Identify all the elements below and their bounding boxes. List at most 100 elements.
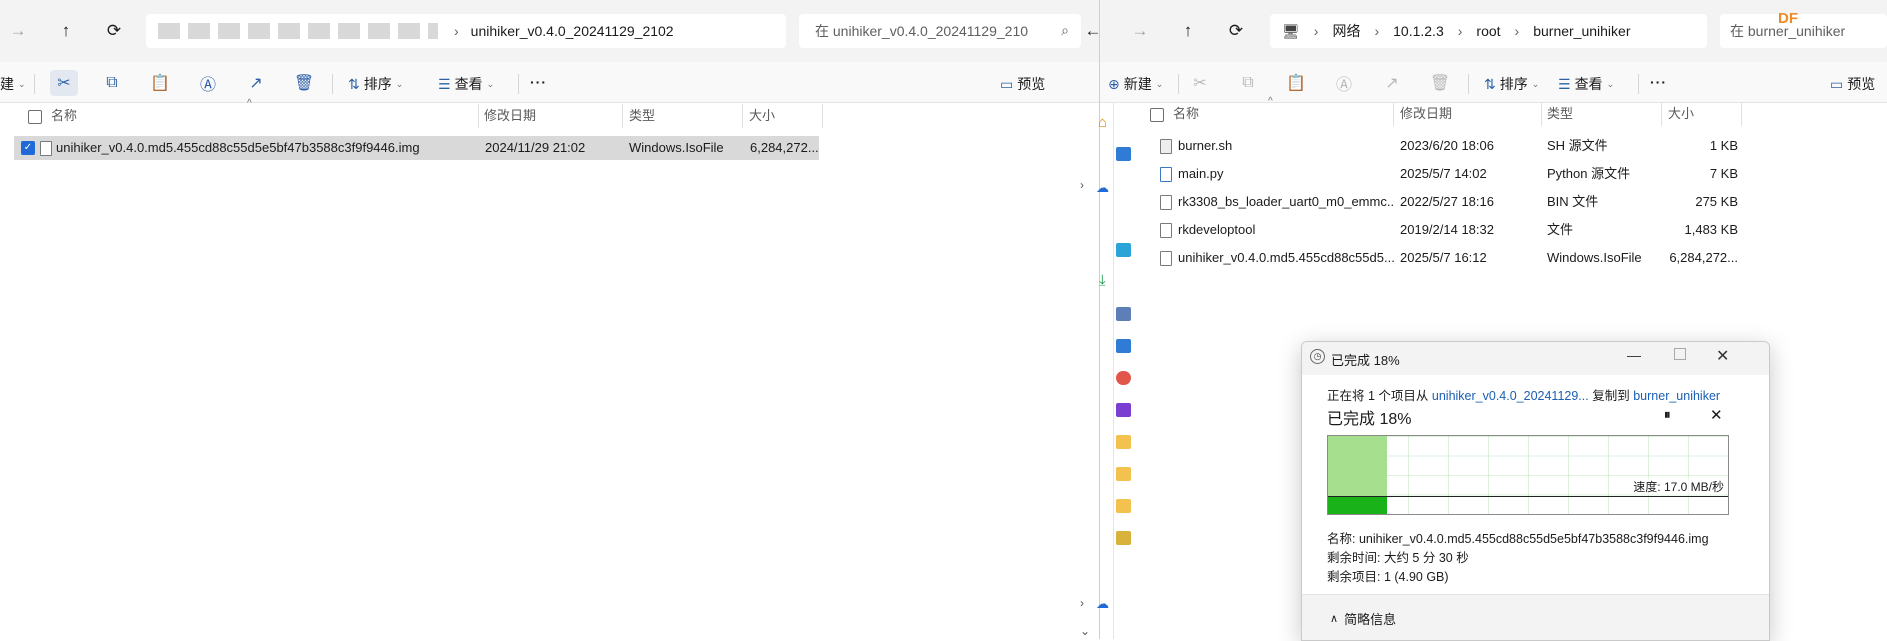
right-file-row[interactable]: unihiker_v0.4.0.md5.455cd88c55d5... 2025… [1150, 246, 1740, 270]
column-separator[interactable] [1393, 102, 1394, 126]
left-preview-button[interactable]: ▭ 预览 [1000, 74, 1045, 94]
left-new-button[interactable]: 建 ⌄ [0, 74, 26, 94]
copy-icon[interactable]: ⧉ [1234, 70, 1262, 96]
right-file-row[interactable]: rk3308_bs_loader_uart0_m0_emmc... 2022/5… [1150, 190, 1740, 214]
breadcrumb-item[interactable]: root [1476, 23, 1500, 39]
left-sort-button[interactable]: ⇅ 排序 ⌄ [348, 74, 403, 94]
column-header-type[interactable]: 类型 [629, 104, 655, 128]
file-size: 6,284,272... [1669, 250, 1738, 265]
right-forward-button[interactable]: → [1127, 18, 1153, 44]
share-icon[interactable]: ↗ [1378, 70, 1406, 96]
cancel-icon[interactable]: ✕ [1710, 406, 1723, 424]
breadcrumb-item[interactable]: burner_unihiker [1533, 23, 1630, 39]
folder-icon[interactable] [1116, 435, 1131, 449]
expand-chevron-icon[interactable]: ⌄ [1080, 624, 1090, 638]
folder-icon[interactable] [1116, 467, 1131, 481]
desktop-icon[interactable] [1116, 243, 1131, 257]
column-separator[interactable] [1541, 102, 1542, 126]
select-all-checkbox[interactable] [1150, 108, 1164, 122]
select-all-checkbox[interactable] [28, 110, 42, 124]
right-view-button[interactable]: ☰ 查看 ⌄ [1558, 74, 1614, 94]
close-icon[interactable]: ✕ [1716, 346, 1729, 366]
breadcrumb-item[interactable]: 网络 [1332, 21, 1360, 41]
right-refresh-button[interactable]: ⟳ [1223, 18, 1249, 44]
gallery-icon[interactable] [1116, 147, 1131, 161]
right-back-button[interactable]: ← [1080, 18, 1106, 44]
pictures-icon[interactable] [1116, 339, 1131, 353]
copy-description: 正在将 1 个项目从 unihiker_v0.4.0_20241129... 复… [1327, 389, 1721, 403]
minimize-icon[interactable]: — [1627, 347, 1641, 363]
paste-icon[interactable]: 📋 [146, 70, 174, 96]
column-separator[interactable] [742, 104, 743, 128]
right-preview-button[interactable]: ▭ 预览 [1830, 74, 1875, 94]
destination-folder-link[interactable]: burner_unihiker [1633, 389, 1720, 403]
right-address-bar[interactable]: 🖥 › 网络 › 10.1.2.3 › root › burner_unihik… [1270, 14, 1707, 48]
rename-icon[interactable]: Ⓐ [194, 70, 222, 96]
share-icon[interactable]: ↗ [242, 70, 270, 96]
column-separator[interactable] [1661, 102, 1662, 126]
expand-chevron-icon[interactable]: › [1080, 596, 1084, 610]
documents-icon[interactable] [1116, 307, 1131, 321]
chevron-down-icon: ⌄ [1155, 78, 1164, 89]
expand-chevron-icon[interactable]: › [1080, 178, 1084, 192]
row-checkbox-checked[interactable]: ✓ [21, 141, 35, 155]
downloads-icon[interactable]: ⤓ [1099, 272, 1106, 289]
column-header-name[interactable]: 名称 [1173, 102, 1199, 126]
right-new-button[interactable]: ⊕ 新建 ⌄ [1108, 74, 1163, 94]
left-view-button[interactable]: ☰ 查看 ⌄ [438, 74, 494, 94]
column-separator[interactable] [478, 104, 479, 128]
left-up-button[interactable]: ↑ [53, 18, 79, 44]
right-file-row[interactable]: burner.sh 2023/6/20 18:06 SH 源文件 1 KB [1150, 134, 1740, 158]
left-search-box[interactable]: 在 unihiker_v0.4.0_20241129_210 ⌕ [799, 14, 1081, 48]
column-separator[interactable] [1741, 102, 1742, 126]
home-icon[interactable]: ⌂ [1098, 114, 1107, 131]
cut-icon[interactable]: ✂ [1186, 70, 1214, 96]
onedrive-icon[interactable]: ☁ [1096, 180, 1109, 196]
column-separator[interactable] [822, 104, 823, 128]
pause-icon[interactable]: ⏸ [1664, 407, 1671, 423]
file-name-line: 名称: unihiker_v0.4.0.md5.455cd88c55d5e5bf… [1327, 532, 1709, 546]
left-file-row[interactable]: ✓ unihiker_v0.4.0.md5.455cd88c55d5e5bf47… [14, 136, 819, 160]
right-file-row[interactable]: main.py 2025/5/7 14:02 Python 源文件 7 KB [1150, 162, 1740, 186]
file-name: unihiker_v0.4.0.md5.455cd88c55d5... [1178, 250, 1394, 265]
videos-icon[interactable] [1116, 403, 1131, 417]
column-header-date[interactable]: 修改日期 [484, 104, 536, 128]
column-header-size[interactable]: 大小 [1668, 102, 1694, 126]
chevron-up-icon: ∧ [1330, 613, 1339, 625]
column-header-type[interactable]: 类型 [1547, 102, 1573, 126]
left-refresh-button[interactable]: ⟳ [101, 18, 127, 44]
rename-icon[interactable]: Ⓐ [1330, 70, 1358, 96]
right-more-button[interactable]: ··· [1650, 74, 1667, 90]
file-date: 2025/5/7 16:12 [1400, 250, 1487, 265]
chevron-right-icon: › [1374, 23, 1380, 39]
paste-icon[interactable]: 📋 [1282, 70, 1310, 96]
less-details-button[interactable]: ∧ 简略信息 [1330, 609, 1396, 628]
left-more-button[interactable]: ··· [530, 74, 547, 90]
delete-icon[interactable]: 🗑 [1426, 70, 1454, 96]
left-forward-button[interactable]: → [5, 18, 31, 44]
left-address-bar[interactable]: › unihiker_v0.4.0_20241129_2102 [146, 14, 786, 48]
folder-icon[interactable] [1116, 499, 1131, 513]
file-icon [1160, 139, 1172, 154]
breadcrumb-item[interactable]: 10.1.2.3 [1393, 23, 1444, 39]
column-header-date[interactable]: 修改日期 [1400, 102, 1452, 126]
onedrive-icon[interactable]: ☁ [1096, 596, 1109, 612]
right-up-button[interactable]: ↑ [1175, 18, 1201, 44]
file-size: 1,483 KB [1684, 222, 1739, 237]
column-header-name[interactable]: 名称 [51, 104, 77, 128]
right-sort-button[interactable]: ⇅ 排序 ⌄ [1484, 74, 1539, 94]
column-separator[interactable] [622, 104, 623, 128]
column-header-size[interactable]: 大小 [749, 104, 775, 128]
folder-icon[interactable] [1116, 531, 1131, 545]
right-file-row[interactable]: rkdeveloptool 2019/2/14 18:32 文件 1,483 K… [1150, 218, 1740, 242]
toolbar-separator [518, 74, 519, 94]
source-folder-link[interactable]: unihiker_v0.4.0_20241129... [1432, 389, 1589, 403]
cut-icon[interactable]: ✂ [50, 70, 78, 96]
chevron-right-icon: › [454, 23, 459, 39]
music-icon[interactable] [1116, 371, 1131, 385]
maximize-icon[interactable] [1674, 348, 1686, 360]
right-search-box[interactable]: 在 burner_unihiker [1720, 14, 1887, 48]
copy-icon[interactable]: ⧉ [98, 70, 126, 96]
delete-icon[interactable]: 🗑 [290, 70, 318, 96]
dialog-title-bar[interactable]: ◷ 已完成 18% — ✕ [1302, 342, 1769, 375]
